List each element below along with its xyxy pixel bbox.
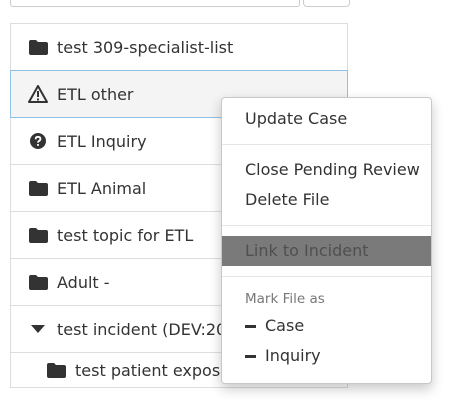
search-input[interactable] — [10, 0, 300, 7]
menu-item-link-to-incident[interactable]: Link to Incident — [222, 236, 431, 266]
menu-item-mark-inquiry[interactable]: Inquiry — [222, 341, 431, 371]
file-item-label: test 309-specialist-list — [57, 37, 234, 57]
folder-icon — [45, 360, 67, 380]
file-item-test-309-specialist-list[interactable]: test 309-specialist-list — [10, 23, 348, 71]
context-menu: Update Case Close Pending Review Delete … — [221, 97, 432, 384]
dash-icon — [245, 354, 256, 358]
menu-divider — [222, 144, 431, 145]
file-item-label: ETL Inquiry — [57, 131, 147, 151]
question-circle-icon — [27, 131, 49, 151]
file-item-label: test topic for ETL — [57, 225, 194, 245]
menu-item-label: Inquiry — [265, 346, 321, 365]
caret-down-icon[interactable] — [27, 319, 49, 339]
warning-icon — [27, 84, 49, 104]
menu-item-close-pending-review[interactable]: Close Pending Review — [222, 155, 431, 185]
file-item-label: ETL other — [57, 84, 134, 104]
folder-icon — [27, 37, 49, 57]
menu-header-mark-file-as: Mark File as — [245, 291, 325, 307]
file-item-label: Adult - — [57, 272, 110, 292]
search-button[interactable] — [303, 0, 350, 7]
file-item-label: test incident (DEV:201 — [57, 319, 237, 339]
menu-item-update-case[interactable]: Update Case — [222, 104, 431, 134]
menu-item-mark-case[interactable]: Case — [222, 311, 431, 341]
menu-item-delete-file[interactable]: Delete File — [222, 185, 431, 215]
menu-divider — [222, 276, 431, 277]
folder-icon — [27, 272, 49, 292]
menu-item-label: Case — [265, 316, 305, 335]
folder-icon — [27, 178, 49, 198]
dash-icon — [245, 324, 256, 328]
folder-icon — [27, 225, 49, 245]
file-item-label: ETL Animal — [57, 178, 147, 198]
menu-divider — [222, 225, 431, 226]
